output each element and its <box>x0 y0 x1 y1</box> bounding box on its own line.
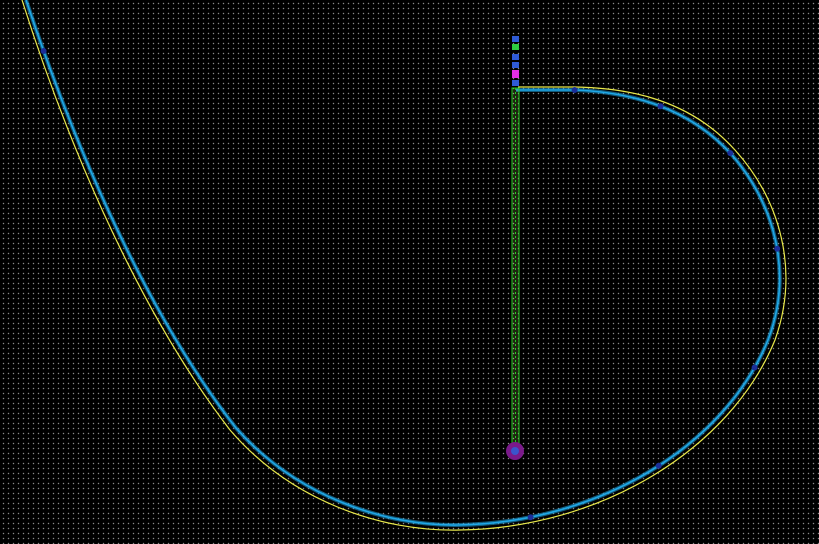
control-point-icon[interactable] <box>527 514 534 521</box>
axis-marker-icon[interactable] <box>512 80 519 86</box>
axis-marker-icon[interactable] <box>512 62 519 68</box>
control-point-icon[interactable] <box>727 150 734 157</box>
control-point-icon[interactable] <box>657 103 664 110</box>
control-point-icon[interactable] <box>571 87 578 93</box>
axis-marker-icon[interactable] <box>512 44 519 50</box>
axis-marker-icon[interactable] <box>512 70 519 78</box>
viewport-canvas[interactable] <box>0 0 819 544</box>
primary-path-curve-outline <box>24 0 782 528</box>
axis-marker-icon[interactable] <box>512 36 519 42</box>
control-point-icon[interactable] <box>40 48 47 54</box>
control-point-icon[interactable] <box>774 245 781 252</box>
control-point-icon[interactable] <box>655 462 662 469</box>
pivot-handle-icon[interactable] <box>506 442 524 460</box>
control-point-icon[interactable] <box>751 364 758 371</box>
primary-path-curve[interactable] <box>25 0 781 526</box>
path-scene[interactable] <box>0 0 819 544</box>
axis-marker-icon[interactable] <box>512 54 519 60</box>
